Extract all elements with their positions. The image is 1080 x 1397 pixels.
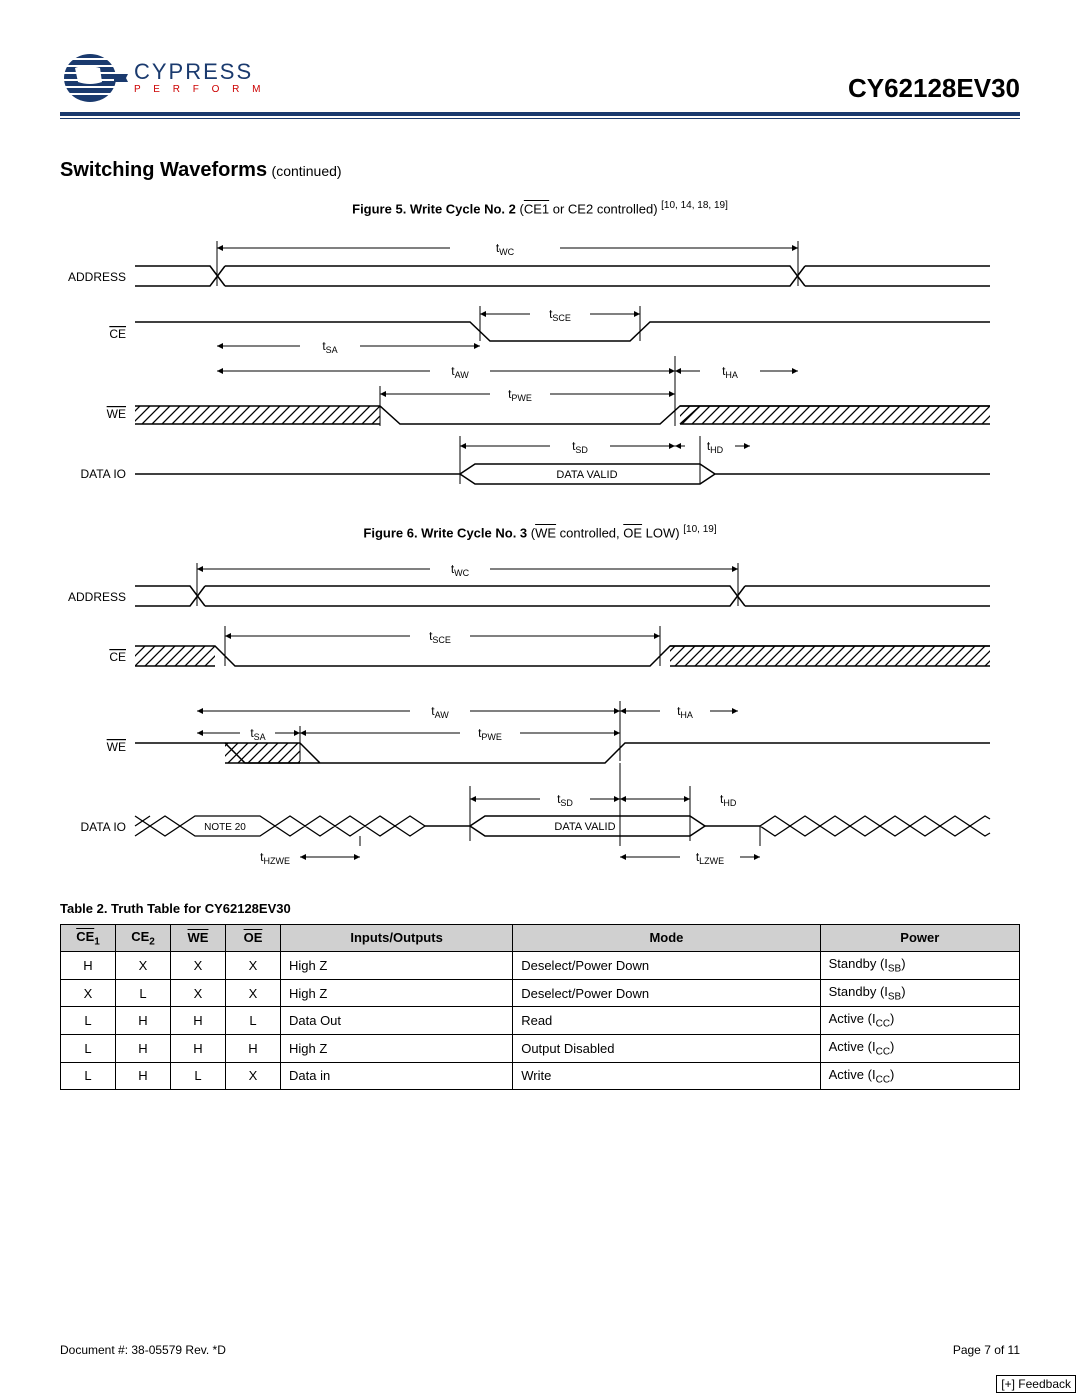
svg-text:tWC: tWC — [496, 241, 515, 257]
table-row: LHLXData inWriteActive (ICC) — [61, 1062, 1020, 1090]
logo-text-sub: P E R F O R M — [134, 85, 266, 95]
page-number: Page 7 of 11 — [953, 1343, 1020, 1357]
svg-text:tAW: tAW — [431, 704, 449, 720]
table-row: LHHLData OutReadActive (ICC) — [61, 1007, 1020, 1035]
svg-text:tPWE: tPWE — [508, 387, 532, 403]
svg-text:tHA: tHA — [722, 364, 738, 380]
svg-text:tSD: tSD — [557, 792, 573, 808]
svg-text:WE: WE — [107, 740, 126, 754]
svg-text:CE: CE — [109, 327, 126, 341]
svg-text:tAW: tAW — [451, 364, 469, 380]
section-heading: Switching Waveforms (continued) — [60, 159, 1020, 182]
th-oe: OE — [226, 924, 281, 952]
svg-text:tSCE: tSCE — [429, 629, 451, 645]
svg-text:tSA: tSA — [250, 726, 265, 742]
doc-number: Document #: 38-05579 Rev. *D — [60, 1343, 226, 1357]
figure5-diagram: ADDRESS CE WE DATA IO tWC tSCE tSA — [60, 226, 1020, 506]
svg-text:DATA VALID: DATA VALID — [554, 821, 615, 833]
logo: CYPRESS P E R F O R M — [60, 50, 266, 106]
svg-text:tPWE: tPWE — [478, 726, 502, 742]
page-footer: Document #: 38-05579 Rev. *D Page 7 of 1… — [60, 1343, 1020, 1357]
svg-text:CE: CE — [109, 650, 126, 664]
svg-text:DATA IO: DATA IO — [80, 467, 126, 481]
header-rule-thin — [60, 118, 1020, 119]
th-power: Power — [820, 924, 1019, 952]
svg-text:tSCE: tSCE — [549, 307, 571, 323]
th-we: WE — [171, 924, 226, 952]
truth-table: CE1 CE2 WE OE Inputs/Outputs Mode Power … — [60, 924, 1020, 1091]
figure5-caption: Figure 5. Write Cycle No. 2 (CE1 or CE2 … — [60, 200, 1020, 216]
figure6-diagram: ADDRESS CE WE DATA IO tWC tSCE — [60, 551, 1020, 871]
globe-icon — [60, 50, 130, 106]
feedback-button[interactable]: [+] Feedback — [996, 1375, 1076, 1393]
logo-text-main: CYPRESS — [134, 61, 266, 83]
svg-text:ADDRESS: ADDRESS — [68, 590, 126, 604]
table-row: XLXXHigh ZDeselect/Power DownStandby (IS… — [61, 979, 1020, 1007]
svg-text:tHA: tHA — [677, 704, 693, 720]
svg-text:NOTE 20: NOTE 20 — [204, 822, 246, 833]
svg-text:ADDRESS: ADDRESS — [68, 270, 126, 284]
th-io: Inputs/Outputs — [281, 924, 513, 952]
th-ce2: CE2 — [116, 924, 171, 952]
table-row: HXXXHigh ZDeselect/Power DownStandby (IS… — [61, 952, 1020, 980]
svg-text:tHZWE: tHZWE — [260, 850, 290, 866]
svg-text:tHD: tHD — [720, 792, 737, 808]
th-mode: Mode — [513, 924, 820, 952]
th-ce1: CE1 — [61, 924, 116, 952]
svg-text:tSA: tSA — [322, 339, 337, 355]
svg-text:tSD: tSD — [572, 439, 588, 455]
part-number: CY62128EV30 — [848, 73, 1020, 106]
svg-text:DATA VALID: DATA VALID — [556, 469, 617, 481]
svg-text:tWC: tWC — [451, 562, 470, 578]
table-row: LHHHHigh ZOutput DisabledActive (ICC) — [61, 1035, 1020, 1063]
svg-text:DATA IO: DATA IO — [80, 820, 126, 834]
svg-text:tLZWE: tLZWE — [696, 850, 724, 866]
page-header: CYPRESS P E R F O R M CY62128EV30 — [60, 50, 1020, 106]
svg-text:tHD: tHD — [707, 439, 724, 455]
figure6-caption: Figure 6. Write Cycle No. 3 (WE controll… — [60, 524, 1020, 540]
table2-title: Table 2. Truth Table for CY62128EV30 — [60, 901, 1020, 916]
header-rule-thick — [60, 112, 1020, 116]
svg-text:WE: WE — [107, 407, 126, 421]
